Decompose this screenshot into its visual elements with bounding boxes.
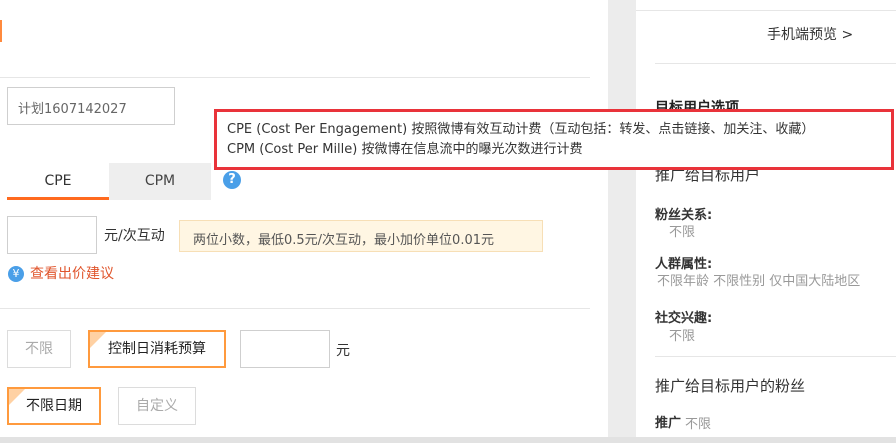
- help-icon[interactable]: ?: [223, 171, 241, 189]
- budget-control-button[interactable]: 控制日消耗预算: [88, 330, 226, 368]
- divider: [0, 77, 590, 78]
- section-accent: [0, 20, 2, 42]
- schedule-custom-button[interactable]: 自定义: [118, 387, 196, 425]
- schedule-unlimited-button[interactable]: 不限日期: [7, 387, 101, 425]
- bid-unit-label: 元/次互动: [104, 228, 165, 244]
- billing-tabs: CPE CPM: [7, 163, 211, 200]
- billing-tooltip: CPE (Cost Per Engagement) 按照微博有效互动计费（互动包…: [214, 109, 894, 170]
- budget-unit-label: 元: [336, 343, 350, 359]
- promote-to-fans-heading: 推广给目标用户的粉丝: [655, 377, 806, 395]
- bid-price-input[interactable]: [7, 216, 97, 254]
- divider: [655, 63, 896, 64]
- demographic-value: 不限年龄 不限性别 仅中国大陆地区: [657, 274, 861, 289]
- plan-name-input[interactable]: 计划1607142027: [7, 87, 175, 125]
- social-interest-value: 不限: [669, 329, 696, 344]
- yen-icon: ¥: [8, 266, 24, 282]
- bid-suggestion-link[interactable]: ¥ 查看出价建议: [8, 263, 114, 282]
- preview-box: [636, 10, 896, 60]
- bid-hint: 两位小数，最低0.5元/次互动，最小加价单位0.01元: [179, 220, 543, 252]
- bid-suggestion-label: 查看出价建议: [30, 266, 114, 282]
- tab-cpm[interactable]: CPM: [109, 163, 211, 200]
- tooltip-cpm-line: CPM (Cost Per Mille) 按微博在信息流中的曝光次数进行计费: [227, 142, 583, 157]
- social-interest-label: 社交兴趣:: [655, 311, 713, 326]
- bottom-strip: [0, 437, 896, 443]
- budget-unlimited-button[interactable]: 不限: [7, 330, 71, 368]
- divider: [655, 356, 896, 357]
- fan-relation-value: 不限: [669, 225, 696, 240]
- divider: [0, 308, 590, 309]
- tab-cpe[interactable]: CPE: [7, 163, 109, 200]
- budget-control-label: 控制日消耗预算: [108, 341, 206, 357]
- schedule-unlimited-label: 不限日期: [26, 398, 82, 414]
- promote-label: 推广: [655, 416, 682, 431]
- tooltip-cpe-line: CPE (Cost Per Engagement) 按照微博有效互动计费（互动包…: [227, 122, 815, 137]
- daily-budget-input[interactable]: [240, 330, 330, 368]
- mobile-preview-link[interactable]: 手机端预览 >: [767, 24, 853, 44]
- promote-value: 不限: [685, 417, 712, 432]
